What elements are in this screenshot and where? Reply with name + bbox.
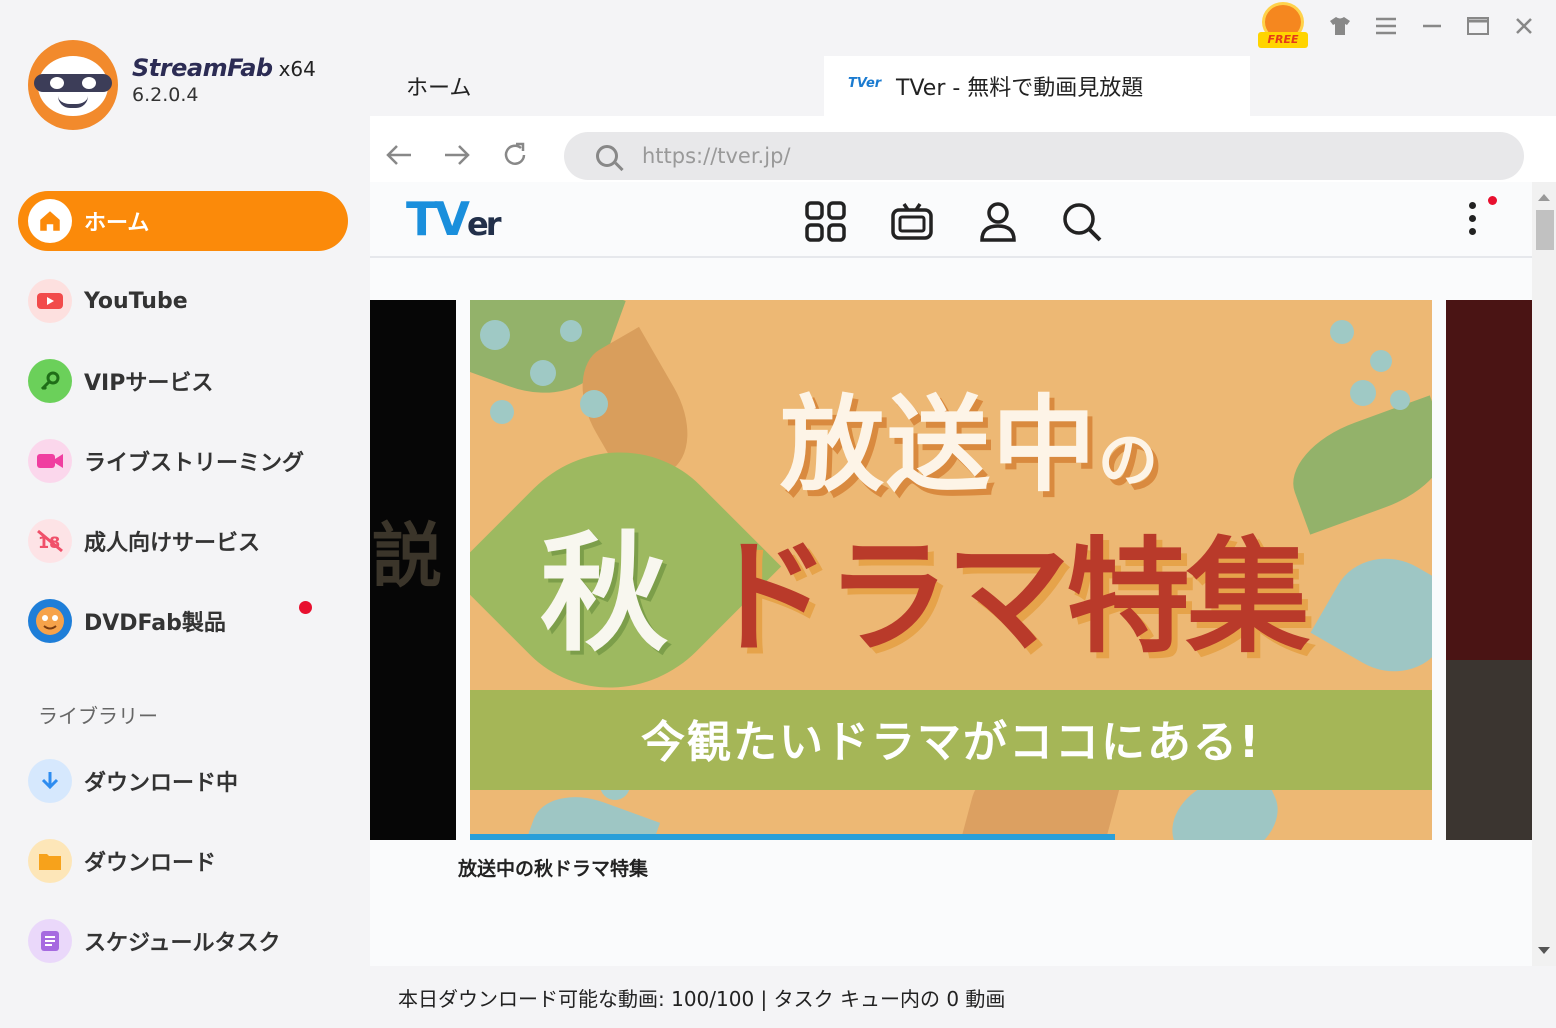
menu-icon[interactable] bbox=[1372, 12, 1400, 40]
carousel-slide-title[interactable]: 放送中の秋ドラマ特集 bbox=[458, 854, 648, 881]
sidebar-item-adult-services[interactable]: 18 成人向けサービス bbox=[18, 511, 348, 571]
banner-headline-aki: 秋 bbox=[540, 520, 669, 669]
tver-logo[interactable]: TVer bbox=[406, 192, 502, 246]
status-bar: 本日ダウンロード可能な動画: 100/100 | タスク キュー内の 0 動画 bbox=[370, 966, 1556, 1028]
forward-button[interactable] bbox=[442, 140, 472, 170]
sidebar-item-label: VIPサービス bbox=[84, 371, 214, 396]
folder-icon bbox=[28, 839, 72, 883]
tver-webpage: TVer 説 放送中の 秋 ドラマ特集 今観たいドラマがココにある! 放送中の秋… bbox=[370, 182, 1532, 966]
sidebar-item-downloaded[interactable]: ダウンロード bbox=[18, 831, 348, 891]
sidebar-item-label: 成人向けサービス bbox=[84, 531, 261, 556]
sidebar-item-downloading[interactable]: ダウンロード中 bbox=[18, 751, 348, 811]
tver-header: TVer bbox=[370, 182, 1532, 258]
download-arrow-icon bbox=[28, 759, 72, 803]
brand: StreamFab x64 6.2.0.4 bbox=[28, 40, 316, 130]
scroll-down-arrow-icon[interactable] bbox=[1538, 947, 1550, 954]
home-icon bbox=[28, 199, 72, 243]
free-badge-label: FREE bbox=[1258, 32, 1308, 48]
key-icon bbox=[28, 359, 72, 403]
search-icon[interactable] bbox=[1060, 200, 1104, 244]
status-text: 本日ダウンロード可能な動画: 100/100 | タスク キュー内の 0 動画 bbox=[398, 986, 1006, 1011]
youtube-icon bbox=[28, 279, 72, 323]
address-bar[interactable]: https://tver.jp/ bbox=[564, 132, 1524, 180]
sidebar-item-label: ライブストリーミング bbox=[84, 451, 305, 476]
tv-icon[interactable] bbox=[890, 200, 934, 244]
search-icon bbox=[596, 145, 618, 167]
app-name: StreamFab bbox=[132, 54, 273, 82]
sidebar-item-label: YouTube bbox=[84, 288, 188, 314]
grid-icon[interactable] bbox=[804, 200, 848, 244]
sidebar-item-dvdfab-products[interactable]: DVDFab製品 bbox=[18, 591, 348, 651]
reload-icon bbox=[504, 142, 526, 165]
tver-favicon-icon: TVer bbox=[848, 76, 882, 91]
svg-text:18: 18 bbox=[38, 533, 60, 552]
arrow-right-icon bbox=[445, 145, 470, 165]
task-list-icon bbox=[28, 919, 72, 963]
arrow-left-icon bbox=[386, 145, 411, 165]
dvdfab-icon bbox=[28, 599, 72, 643]
app-version: 6.2.0.4 bbox=[132, 84, 199, 106]
sidebar-item-label: ホーム bbox=[84, 211, 150, 236]
page-scrollbar[interactable] bbox=[1532, 182, 1556, 966]
sidebar-item-live-streaming[interactable]: ライブストリーミング bbox=[18, 431, 348, 491]
carousel-progress-bar bbox=[470, 834, 1115, 840]
tab-home[interactable]: ホーム bbox=[370, 56, 820, 116]
sidebar-item-scheduled-tasks[interactable]: スケジュールタスク bbox=[18, 911, 348, 971]
window-controls: FREE bbox=[1258, 2, 1538, 50]
sidebar-item-vip-services[interactable]: VIPサービス bbox=[18, 351, 348, 411]
slide-peek-text: 説 bbox=[372, 515, 442, 597]
notification-dot bbox=[1488, 196, 1497, 205]
user-icon[interactable] bbox=[976, 200, 1020, 244]
video-camera-icon bbox=[28, 439, 72, 483]
banner-tagline: 今観たいドラマがココにある! bbox=[640, 717, 1262, 768]
maximize-icon[interactable] bbox=[1464, 12, 1492, 40]
sidebar: StreamFab x64 6.2.0.4 ホーム YouTube VIPサービス… bbox=[0, 0, 370, 1028]
sidebar-item-label: スケジュールタスク bbox=[84, 931, 281, 956]
kebab-menu-icon[interactable] bbox=[1466, 198, 1478, 242]
scrollbar-thumb[interactable] bbox=[1536, 210, 1554, 250]
tab-label: ホーム bbox=[406, 76, 472, 101]
sidebar-item-home[interactable]: ホーム bbox=[18, 191, 348, 251]
library-heading: ライブラリー bbox=[38, 704, 158, 728]
skin-tshirt-icon[interactable] bbox=[1326, 12, 1354, 40]
sidebar-item-label: DVDFab製品 bbox=[84, 611, 226, 636]
tab-label: TVer - 無料で動画見放題 bbox=[896, 76, 1144, 101]
scroll-up-arrow-icon[interactable] bbox=[1538, 194, 1550, 201]
carousel-slide-previous[interactable]: 説 bbox=[370, 300, 456, 840]
tver-logo-er: er bbox=[466, 205, 502, 243]
notification-dot bbox=[299, 601, 312, 614]
sidebar-item-label: ダウンロード中 bbox=[84, 771, 239, 796]
sidebar-item-label: ダウンロード bbox=[84, 851, 217, 876]
tver-logo-tv: TV bbox=[406, 192, 470, 246]
url-text: https://tver.jp/ bbox=[642, 144, 791, 168]
banner-headline-line1: 放送中の bbox=[780, 384, 1161, 506]
close-icon[interactable] bbox=[1510, 12, 1538, 40]
streamfab-logo bbox=[28, 40, 118, 130]
app-arch: x64 bbox=[278, 57, 316, 81]
back-button[interactable] bbox=[384, 140, 414, 170]
sidebar-item-youtube[interactable]: YouTube bbox=[18, 271, 348, 331]
browser-view: https://tver.jp/ TVer 説 放送中の 秋 ドラマ特集 今観た… bbox=[370, 116, 1556, 966]
adult-icon: 18 bbox=[28, 519, 72, 563]
reload-button[interactable] bbox=[500, 140, 530, 170]
carousel-slide-next[interactable] bbox=[1446, 300, 1532, 840]
carousel-slide-current[interactable]: 放送中の 秋 ドラマ特集 今観たいドラマがココにある! bbox=[470, 300, 1432, 840]
tab-tver[interactable]: TVer TVer - 無料で動画見放題 bbox=[824, 56, 1250, 116]
minimize-icon[interactable] bbox=[1418, 12, 1446, 40]
free-gift-button[interactable]: FREE bbox=[1258, 2, 1308, 50]
banner-headline-line2: ドラマ特集 bbox=[706, 526, 1310, 670]
